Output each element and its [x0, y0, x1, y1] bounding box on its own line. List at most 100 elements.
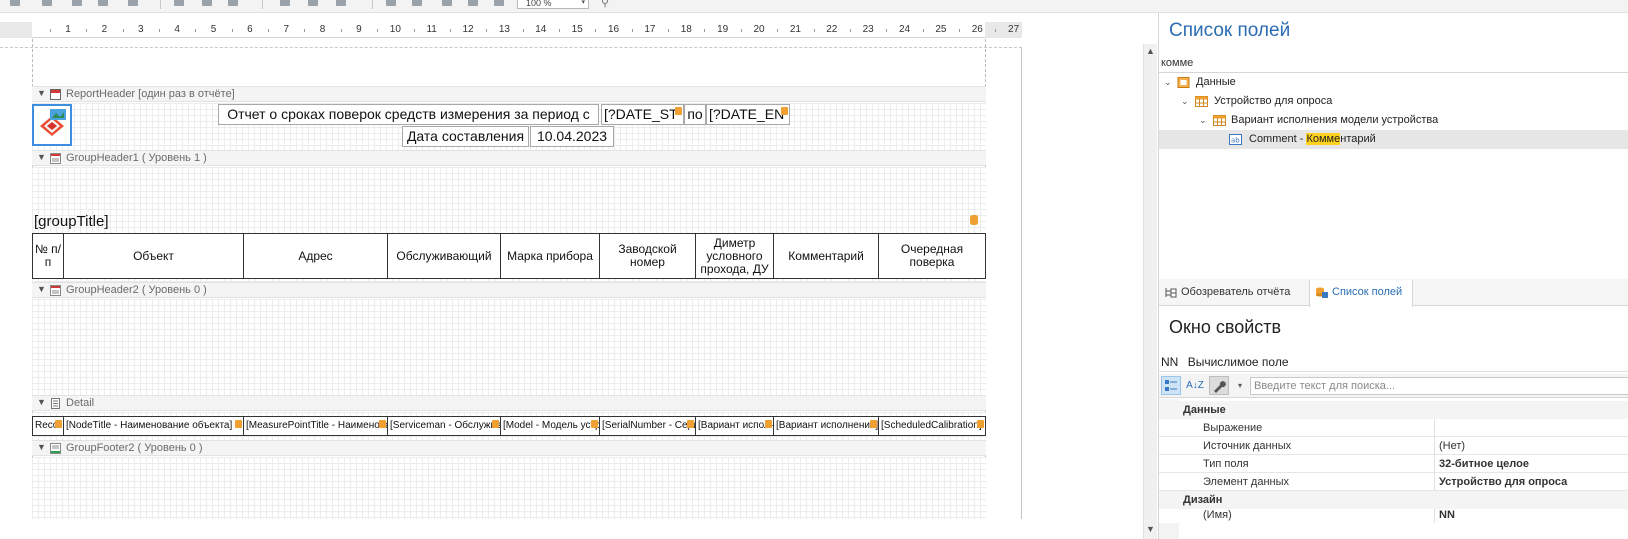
detail-cell[interactable]: [NodeTitle - Наименование объекта]	[64, 417, 244, 435]
band-group-footer-2[interactable]: ▼ GroupFooter2 ( Уровень 0 )	[32, 440, 986, 456]
scroll-up-icon[interactable]: ▲	[1146, 46, 1155, 56]
table-header-row[interactable]: № п/п Объект Адрес Обслуживающий Марка п…	[32, 233, 986, 279]
detail-cell[interactable]: [Вариант исполнения]	[774, 417, 879, 435]
compiled-label-cell[interactable]: Дата составления	[402, 126, 529, 147]
chevron-down-icon[interactable]: ⌄	[1199, 111, 1207, 130]
tree-item-device[interactable]: ⌄ Устройство для опроса	[1159, 92, 1628, 111]
alphabetical-view-button[interactable]: A↓Z	[1185, 376, 1205, 395]
selected-object-combo[interactable]: NN Вычислимое поле	[1159, 352, 1628, 372]
band-report-header[interactable]: ▼ ReportHeader [один раз в отчёте]	[32, 86, 986, 102]
collapse-chevron-icon[interactable]: ▼	[37, 284, 46, 294]
collapse-chevron-icon[interactable]: ▼	[37, 88, 46, 98]
collapse-chevron-icon[interactable]: ▼	[37, 442, 46, 452]
toolbar-button[interactable]	[70, 0, 84, 8]
detail-cell[interactable]: [MeasurePointTitle - Наименование]	[244, 417, 388, 435]
property-value[interactable]: (Нет)	[1435, 437, 1628, 455]
detail-row[interactable]: Reco [NodeTitle - Наименование объекта] …	[32, 416, 986, 436]
band-group-header-1[interactable]: ▼ GroupHeader1 ( Уровень 1 )	[32, 150, 986, 166]
field-marker-icon	[591, 420, 598, 428]
band-detail[interactable]: ▼ Detail	[32, 395, 986, 411]
property-row-field-type[interactable]: Тип поля 32-битное целое	[1159, 455, 1628, 473]
designer-vertical-scrollbar[interactable]: ▲ ▼	[1143, 44, 1157, 539]
property-row-name[interactable]: (Имя) NN	[1159, 509, 1628, 523]
property-row-expression[interactable]: Выражение	[1159, 419, 1628, 437]
categorized-view-button[interactable]	[1161, 376, 1181, 395]
tab-field-list[interactable]: Список полей	[1309, 280, 1413, 307]
report-title-cell[interactable]: Отчет о сроках поверок средств измерения…	[218, 104, 599, 125]
table-header-cell[interactable]: Комментарий	[774, 234, 879, 278]
ruler-number: 20	[753, 24, 765, 35]
table-header-cell[interactable]: Обслуживающий	[388, 234, 501, 278]
toolbar-button[interactable]	[8, 0, 22, 8]
property-value[interactable]: Устройство для опроса	[1435, 473, 1628, 491]
ruler-tick	[49, 29, 51, 32]
detail-cell[interactable]: [Model - Модель устройства]	[501, 417, 600, 435]
table-header-cell[interactable]: Марка прибора	[501, 234, 600, 278]
report-design-surface[interactable]: ▼ ReportHeader [один раз в отчёте] Отчет…	[0, 39, 1022, 519]
property-value[interactable]	[1435, 419, 1628, 437]
toolbar-button[interactable]	[384, 0, 398, 8]
toolbar-button[interactable]	[96, 0, 110, 8]
toolbar-button[interactable]	[172, 0, 186, 8]
table-header-cell[interactable]: Объект	[64, 234, 244, 278]
tab-report-explorer[interactable]: Обозреватель отчёта	[1159, 280, 1305, 306]
scroll-down-icon[interactable]: ▼	[1146, 524, 1155, 534]
group-footer-2-area[interactable]	[32, 457, 986, 519]
toolbar-button[interactable]	[334, 0, 348, 8]
toolbar-button[interactable]	[200, 0, 214, 8]
property-search-input[interactable]: Введите текст для поиска...	[1250, 377, 1628, 395]
tree-item-model-variant[interactable]: ⌄ Вариант исполнения модели устройства	[1159, 111, 1628, 130]
table-header-cell[interactable]: Диметр условного прохода, ДУ	[696, 234, 774, 278]
band-group-header-2[interactable]: ▼ GroupHeader2 ( Уровень 0 )	[32, 282, 986, 298]
property-value[interactable]: NN	[1435, 509, 1628, 523]
toolbar-button[interactable]	[226, 0, 240, 8]
date-end-field[interactable]: [?DATE_EN	[706, 104, 790, 125]
zoom-select[interactable]: 100 % ▾	[517, 0, 589, 9]
toolbar-button[interactable]	[40, 0, 54, 8]
tree-item-data-root[interactable]: ⌄ Данные	[1159, 73, 1628, 92]
property-category-data[interactable]: Данные	[1159, 401, 1628, 419]
toolbar-separator	[372, 0, 373, 9]
field-marker-icon	[687, 420, 694, 428]
leaf-suffix: нтарий	[1340, 133, 1376, 145]
field-search-input[interactable]: комме	[1159, 55, 1628, 73]
detail-cell[interactable]: Reco	[33, 417, 64, 435]
group-title-text: [groupTitle]	[34, 213, 109, 230]
company-logo[interactable]	[32, 104, 72, 146]
property-value[interactable]: 32-битное целое	[1435, 455, 1628, 473]
properties-tab-button[interactable]	[1209, 376, 1229, 395]
toolbar-button[interactable]	[492, 0, 506, 8]
detail-cell[interactable]: [SerialNumber - Серийный]	[600, 417, 696, 435]
ruler-tick	[668, 29, 670, 32]
toolbar-button[interactable]	[466, 0, 480, 8]
detail-cell[interactable]: [ScheduledCalibration]	[879, 417, 985, 435]
po-label-cell[interactable]: по	[684, 104, 706, 125]
ruler-tick	[922, 29, 924, 32]
toolbar-button[interactable]	[306, 0, 320, 8]
toolbar-button[interactable]	[278, 0, 292, 8]
table-header-cell[interactable]: Очередная поверка	[879, 234, 985, 278]
zoom-icon[interactable]: ⚲	[601, 0, 609, 9]
toolbar-button[interactable]	[126, 0, 140, 8]
table-header-cell[interactable]: № п/п	[33, 234, 64, 278]
chevron-down-icon[interactable]: ⌄	[1181, 92, 1189, 111]
property-row-data-member[interactable]: Элемент данных Устройство для опроса	[1159, 473, 1628, 491]
compiled-date-cell[interactable]: 10.04.2023	[530, 126, 614, 147]
group-title-field[interactable]: [groupTitle]	[32, 212, 986, 232]
table-header-cell[interactable]: Заводской номер	[600, 234, 696, 278]
collapse-chevron-icon[interactable]: ▼	[37, 152, 46, 162]
dropdown-chevron-icon[interactable]: ▾	[1233, 376, 1247, 395]
toolbar-button[interactable]	[410, 0, 424, 8]
date-start-field[interactable]: [?DATE_ST	[601, 104, 684, 125]
group-header-2-area[interactable]	[32, 299, 986, 395]
collapse-chevron-icon[interactable]: ▼	[37, 397, 46, 407]
ruler-number: 13	[498, 24, 510, 35]
detail-cell[interactable]: [Serviceman - Обслуживающий]	[388, 417, 501, 435]
tree-item-comment-field[interactable]: ab Comment - Комментарий	[1159, 130, 1628, 149]
table-header-cell[interactable]: Адрес	[244, 234, 388, 278]
chevron-down-icon[interactable]: ⌄	[1164, 73, 1172, 92]
property-row-datasource[interactable]: Источник данных (Нет)	[1159, 437, 1628, 455]
toolbar-button[interactable]	[440, 0, 454, 8]
property-category-design[interactable]: Дизайн	[1159, 491, 1628, 509]
detail-cell[interactable]: [Вариант исполнения]	[696, 417, 774, 435]
